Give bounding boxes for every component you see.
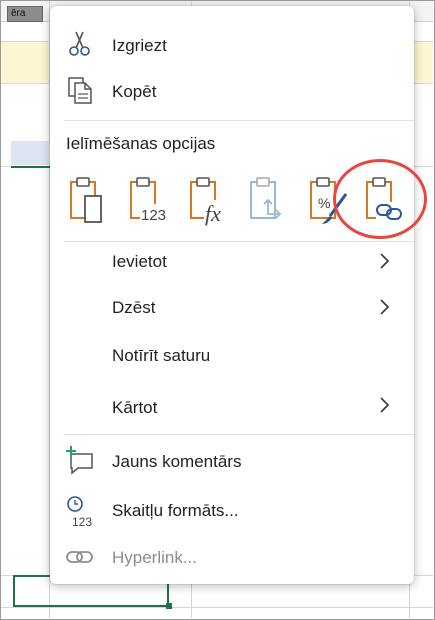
menu-separator	[64, 434, 414, 435]
chevron-right-icon	[378, 251, 392, 271]
scissors-icon	[65, 29, 95, 59]
new-comment-icon	[65, 445, 95, 475]
menu-item-new-comment-label: Jauns komentārs	[112, 452, 242, 471]
context-menu: Izgriezt Kopēt Ielīmēšanas opcijas 123 f…	[50, 6, 427, 584]
paste-values-button[interactable]: 123	[126, 174, 172, 226]
menu-item-sort[interactable]: Kārtot	[50, 387, 414, 427]
paste-options-title: Ielīmēšanas opcijas	[66, 134, 216, 153]
menu-item-copy-label: Kopēt	[112, 82, 157, 101]
menu-item-delete-label: Dzēst	[112, 298, 156, 317]
paste-formulas-sub-text: fx	[205, 201, 221, 226]
menu-item-cut-label: Izgriezt	[112, 36, 167, 55]
menu-item-hyperlink[interactable]: Hyperlink...	[50, 536, 414, 576]
copy-icon	[65, 75, 95, 105]
menu-item-clear-contents-label: Notīrīt saturu	[112, 346, 211, 365]
grid-line	[1, 607, 433, 608]
paste-icon	[66, 174, 112, 226]
paste-values-icon: 123	[126, 174, 172, 226]
chevron-right-icon	[378, 297, 392, 317]
number-format-icon-text: 123	[72, 515, 92, 528]
highlight-circle	[333, 159, 427, 239]
link-icon	[65, 542, 95, 572]
svg-text:%: %	[318, 195, 330, 211]
cell-border	[11, 166, 53, 168]
menu-item-insert[interactable]: Ievietot	[50, 242, 414, 282]
menu-item-copy[interactable]: Kopēt	[50, 70, 414, 110]
chevron-right-icon	[378, 395, 392, 415]
fill-handle[interactable]	[166, 603, 172, 609]
column-header-tab[interactable]: ēra	[7, 6, 43, 22]
paste-transpose-button[interactable]	[246, 174, 292, 226]
menu-item-cut[interactable]: Izgriezt	[50, 24, 414, 64]
paste-transpose-icon	[246, 174, 292, 226]
menu-item-number-format[interactable]: 123 Skaitļu formāts...	[50, 491, 414, 531]
menu-item-sort-label: Kārtot	[112, 398, 158, 417]
menu-item-insert-label: Ievietot	[112, 252, 167, 271]
paste-formulas-icon: fx	[186, 174, 232, 226]
shaded-cell[interactable]	[11, 141, 51, 165]
column-header-tab-label: ēra	[11, 8, 26, 19]
paste-keep-source-button[interactable]	[66, 174, 112, 226]
menu-item-number-format-label: Skaitļu formāts...	[112, 501, 239, 520]
menu-item-hyperlink-label: Hyperlink...	[112, 548, 198, 567]
menu-item-clear-contents[interactable]: Notīrīt saturu	[50, 336, 414, 376]
menu-item-delete[interactable]: Dzēst	[50, 288, 414, 328]
menu-item-new-comment[interactable]: Jauns komentārs	[50, 442, 414, 482]
menu-separator	[64, 120, 414, 121]
paste-values-sub-text: 123	[141, 207, 166, 224]
paste-formulas-button[interactable]: fx	[186, 174, 232, 226]
number-format-icon: 123	[64, 494, 98, 529]
